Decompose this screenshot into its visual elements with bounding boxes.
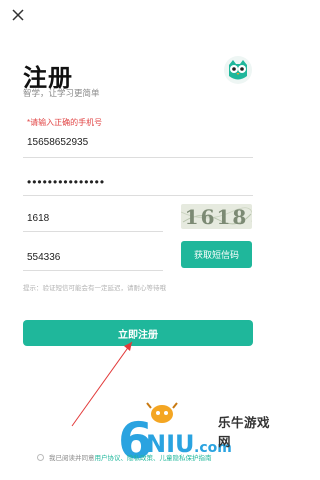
captcha-image[interactable]: 1618 bbox=[181, 204, 252, 229]
sms-underline bbox=[23, 270, 163, 271]
phone-error-text: *请输入正确的手机号 bbox=[27, 118, 103, 127]
sms-hint-text: 提示：验证短信可能会有一定延迟，请耐心等待哦 bbox=[23, 285, 166, 292]
sms-code-input[interactable] bbox=[27, 252, 147, 263]
captcha-image-text: 1618 bbox=[184, 205, 249, 229]
password-input[interactable]: ••••••••••••••• bbox=[27, 175, 227, 189]
phone-underline bbox=[23, 157, 253, 158]
agreement-prefix: 我已阅读并同意 bbox=[49, 455, 95, 462]
agree-radio[interactable] bbox=[37, 453, 44, 461]
agreement-row[interactable]: 我已阅读并同意 用户协议、隐私政策、儿童隐私保护指南 bbox=[37, 452, 212, 462]
close-icon[interactable] bbox=[9, 6, 27, 24]
page-subtitle: 智学，让学习更简单 bbox=[23, 88, 100, 98]
phone-input[interactable] bbox=[27, 137, 227, 148]
captcha-underline bbox=[23, 231, 163, 232]
agreement-links[interactable]: 用户协议、隐私政策、儿童隐私保护指南 bbox=[95, 452, 212, 462]
register-button[interactable]: 立即注册 bbox=[23, 320, 253, 346]
captcha-input[interactable] bbox=[27, 213, 147, 224]
get-sms-code-button[interactable]: 获取短信码 bbox=[181, 241, 252, 268]
password-underline bbox=[23, 195, 253, 196]
owl-logo-icon bbox=[224, 56, 252, 84]
watermark-text: 乐牛游戏网 bbox=[218, 416, 271, 449]
